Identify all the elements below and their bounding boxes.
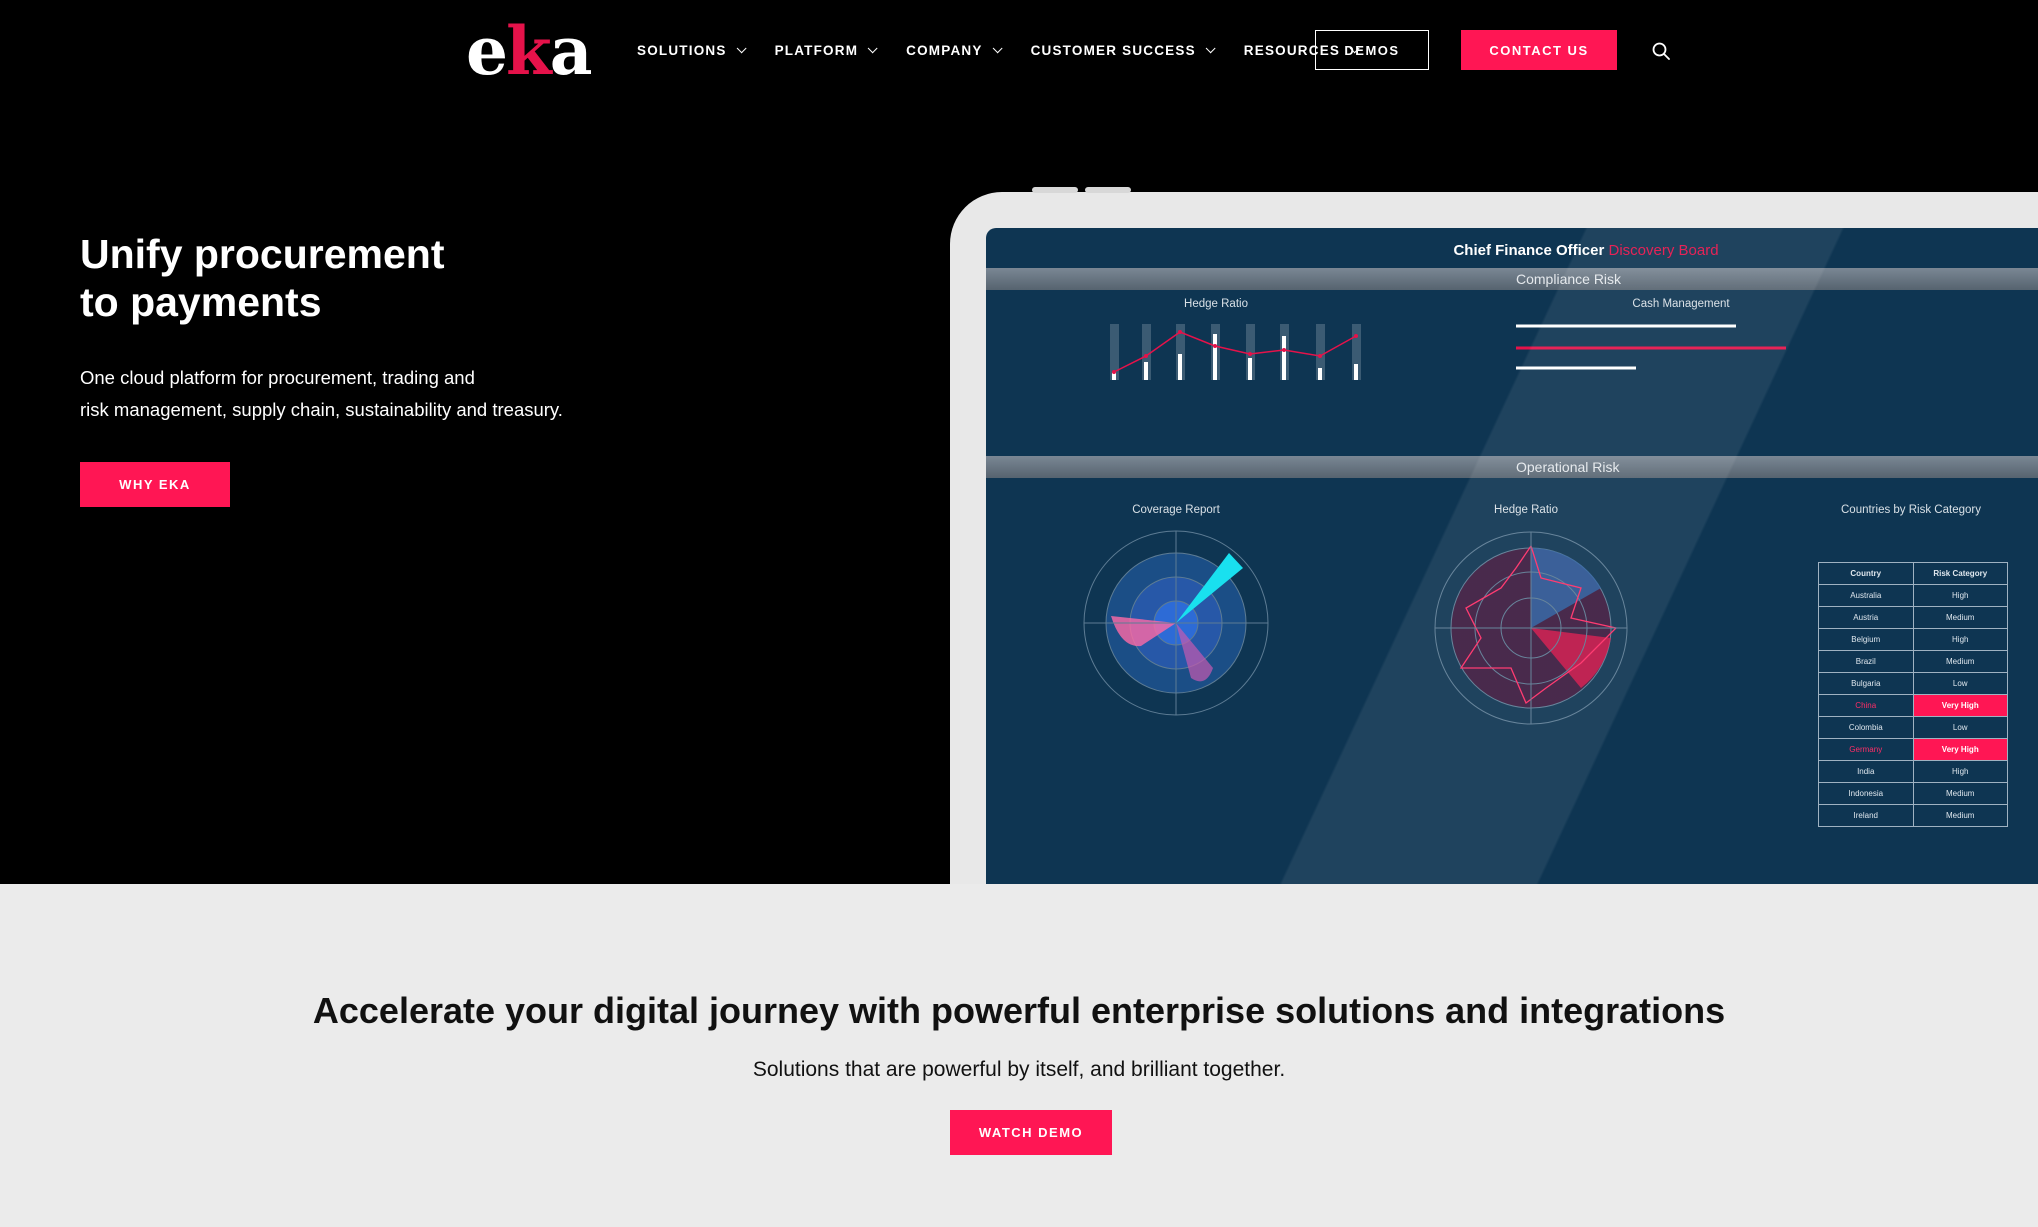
hedge-ratio-radar-label: Hedge Ratio (1494, 504, 1558, 516)
tablet-mockup: Chief Finance Officer Discovery Board Co… (950, 187, 2038, 884)
hedge-ratio-radar-chart (1434, 531, 1628, 725)
hedge-ratio-bar-chart (1110, 324, 1361, 380)
hedge-ratio-label: Hedge Ratio (1184, 298, 1248, 310)
table-row: Australia High (1818, 584, 2008, 607)
table-row: Indonesia Medium (1818, 782, 2008, 805)
watch-demo-button[interactable]: WATCH DEMO (950, 1110, 1112, 1155)
table-row: China Very High (1818, 694, 2008, 717)
hero-subtitle: One cloud platform for procurement, trad… (80, 367, 563, 420)
cash-management-label: Cash Management (1632, 298, 1730, 310)
nav-platform[interactable]: PLATFORM (775, 43, 878, 58)
table-row: Belgium High (1818, 628, 2008, 651)
operational-risk-header: Operational Risk (986, 456, 2038, 478)
solutions-section: Accelerate your digital journey with pow… (0, 884, 2038, 1227)
why-eka-button[interactable]: WHY EKA (80, 462, 230, 507)
table-row: Austria Medium (1818, 606, 2008, 629)
countries-risk-label: Countries by Risk Category (1841, 504, 1981, 516)
countries-risk-table: Country Risk Category Australia High Aust… (1818, 562, 2008, 827)
dashboard-title: Chief Finance Officer Discovery Board (1453, 242, 1719, 259)
chevron-down-icon (867, 43, 878, 54)
nav-solutions[interactable]: SOLUTIONS (637, 43, 747, 58)
eka-logo[interactable]: eka (466, 18, 592, 84)
dashboard-screenshot: Chief Finance Officer Discovery Board Co… (986, 228, 2038, 884)
chevron-down-icon (1205, 43, 1216, 54)
table-row: Brazil Medium (1818, 650, 2008, 673)
solutions-subtitle: Solutions that are powerful by itself, a… (752, 1058, 1286, 1081)
table-row: Ireland Medium (1818, 804, 2008, 827)
chevron-down-icon (992, 43, 1003, 54)
table-row: Colombia Low (1818, 716, 2008, 739)
demos-button[interactable]: DEMOS (1315, 30, 1429, 70)
main-menu: SOLUTIONS PLATFORM COMPANY CUSTOMER SUCC… (637, 43, 1360, 58)
table-header-row: Country Risk Category (1818, 562, 2008, 585)
compliance-risk-header: Compliance Risk (986, 268, 2038, 290)
chevron-down-icon (736, 43, 747, 54)
solutions-title: Accelerate your digital journey with pow… (312, 990, 1726, 1031)
hero-section: Unify procurement to payments One cloud … (0, 104, 2038, 884)
nav-company[interactable]: COMPANY (906, 43, 1003, 58)
coverage-report-polar-chart (1083, 530, 1269, 716)
coverage-report-label: Coverage Report (1132, 504, 1220, 516)
cash-management-chart (1516, 324, 1786, 370)
nav-customer-success[interactable]: CUSTOMER SUCCESS (1031, 43, 1216, 58)
top-navigation: eka SOLUTIONS PLATFORM COMPANY CUSTOMER … (0, 0, 2038, 104)
table-row: Germany Very High (1818, 738, 2008, 761)
search-icon[interactable] (1652, 42, 1670, 60)
table-row: India High (1818, 760, 2008, 783)
hero-title: Unify procurement to payments (80, 231, 445, 325)
table-row: Bulgaria Low (1818, 672, 2008, 695)
contact-us-button[interactable]: CONTACT US (1461, 30, 1617, 70)
